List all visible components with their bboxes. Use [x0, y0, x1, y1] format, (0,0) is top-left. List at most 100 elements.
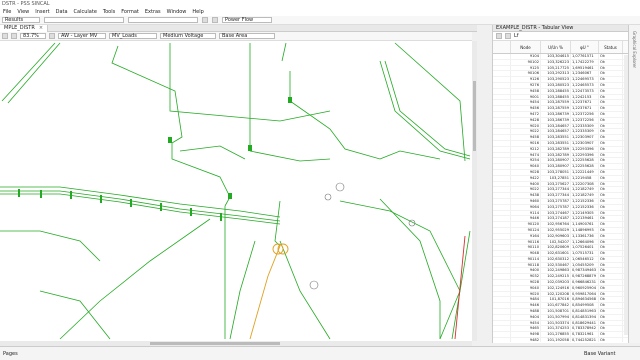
- table-cell: [493, 198, 511, 204]
- table-cell: 1,22182749: [571, 193, 599, 198]
- results-label: Results: [5, 17, 24, 23]
- menu-data[interactable]: Data: [53, 9, 71, 15]
- table-cell: Ok: [599, 239, 623, 245]
- column-header[interactable]: φU °: [571, 41, 599, 53]
- menu-file[interactable]: File: [0, 9, 14, 15]
- menu-view[interactable]: View: [14, 9, 32, 15]
- generator-icon[interactable]: [309, 280, 319, 290]
- zoom-dropdown[interactable]: 83.7%: [20, 33, 46, 39]
- table-cell: Ok: [599, 106, 623, 111]
- menu-insert[interactable]: Insert: [32, 9, 52, 15]
- table-cell: Ok: [599, 303, 623, 309]
- tab-tabular-view[interactable]: EXAMPLE_DISTR - Tabular View: [493, 25, 628, 32]
- scroll-thumb[interactable]: [150, 342, 280, 345]
- menu-help[interactable]: Help: [189, 9, 206, 15]
- tab-network[interactable]: MPLE_DISTR ×: [0, 24, 49, 32]
- table-cell: 9458: [511, 135, 541, 140]
- table-cell: [493, 181, 511, 187]
- element-dropdown[interactable]: [44, 17, 124, 23]
- table-cell: 1,2219458: [571, 175, 599, 181]
- table-cell: 103,284657: [541, 129, 571, 135]
- table-cell: 103,280523: [541, 82, 571, 88]
- table-cell: 103,278051: [541, 169, 571, 175]
- menu-calculate[interactable]: Calculate: [71, 9, 100, 15]
- table-cell: 9422: [511, 175, 541, 181]
- menu-format[interactable]: Format: [118, 9, 142, 15]
- table-cell: [493, 111, 511, 117]
- table-cell: 9001: [511, 94, 541, 100]
- table-cell: Ok: [599, 216, 623, 222]
- column-header[interactable]: [493, 41, 511, 53]
- table-cell: 0,818629441: [571, 320, 599, 326]
- results-dropdown[interactable]: Results: [2, 17, 40, 23]
- filter-dropdown[interactable]: MV_Loads: [109, 33, 157, 39]
- table-row[interactable]: 9482 101,192058 0,744252821 Ok: [493, 338, 628, 342]
- zoom-icon[interactable]: [11, 33, 17, 39]
- table-cell: 105,217725: [541, 65, 571, 71]
- splitter[interactable]: [477, 25, 492, 343]
- table-cell: Ok: [599, 227, 623, 233]
- table-cell: Ok: [599, 54, 623, 59]
- table-cell: Ok: [599, 338, 623, 342]
- table-cell: 102,955029: [541, 227, 571, 233]
- table-cell: 9456: [511, 106, 541, 111]
- table-cell: 103,283551: [541, 135, 571, 140]
- run-icon[interactable]: [212, 17, 218, 23]
- generator-icon[interactable]: [324, 193, 332, 201]
- table-cell: Ok: [599, 59, 623, 65]
- table-cell: 103,27851: [541, 175, 571, 181]
- table-cell: 1,22293396: [571, 152, 599, 158]
- table-cell: [493, 175, 511, 181]
- network-diagram-canvas[interactable]: [0, 41, 472, 341]
- table-cell: 103,280907: [541, 164, 571, 169]
- layer-dropdown[interactable]: AW - Layer MV: [58, 33, 106, 39]
- calc-mode-dropdown[interactable]: Power Flow: [222, 17, 272, 23]
- zoom-value: 83.7%: [23, 33, 39, 39]
- voltage-dropdown[interactable]: Medium Voltage: [160, 33, 216, 39]
- table-cell: 1,22335309: [571, 123, 599, 129]
- table-cell: 103,280907: [541, 158, 571, 164]
- table-cell: 9126: [511, 77, 541, 82]
- lf-label[interactable]: Lf: [514, 33, 519, 39]
- column-header[interactable]: Status: [599, 41, 623, 53]
- table-cell: Ok: [599, 256, 623, 262]
- table-cell: [493, 77, 511, 82]
- close-icon[interactable]: ×: [39, 25, 43, 31]
- table-cell: 103,287559: [541, 106, 571, 111]
- table-cell: Ok: [599, 326, 623, 332]
- table-cell: [493, 129, 511, 135]
- table-cell: 90114: [511, 256, 541, 262]
- column-header[interactable]: Node: [511, 41, 541, 53]
- table-cell: 9114: [511, 210, 541, 216]
- calc-icon[interactable]: [202, 17, 208, 23]
- tabular-view-label: EXAMPLE_DISTR - Tabular View: [496, 25, 574, 31]
- table-cell: 0,783378942: [571, 326, 599, 332]
- network-diagram[interactable]: [0, 41, 472, 341]
- table-cell: 9028: [511, 169, 541, 175]
- table-cell: [493, 54, 511, 59]
- table-cell: 102,124916: [541, 285, 571, 291]
- generator-icon[interactable]: [335, 182, 345, 192]
- menu-extras[interactable]: Extras: [142, 9, 164, 15]
- table-cell: 9104: [511, 54, 541, 59]
- scroll-thumb[interactable]: [473, 81, 476, 151]
- table-cell: 9428: [511, 117, 541, 123]
- select-icon[interactable]: [2, 33, 8, 39]
- variant-dropdown[interactable]: [128, 17, 198, 23]
- table-cell: 103,277344: [541, 187, 571, 193]
- menu-tools[interactable]: Tools: [100, 9, 118, 15]
- table-cell: Ok: [599, 135, 623, 140]
- area-dropdown[interactable]: Base Area: [219, 33, 275, 39]
- window-title: DSTR - PSS SINCAL: [2, 1, 50, 7]
- column-header[interactable]: U/Un %: [541, 41, 571, 53]
- table-cell: [493, 65, 511, 71]
- export-icon[interactable]: [505, 33, 511, 39]
- table-cell: 9446: [511, 216, 541, 222]
- table-cell: Ok: [599, 169, 623, 175]
- layer-icon[interactable]: [49, 33, 55, 39]
- orange-feeder-line: [249, 245, 281, 340]
- menu-window[interactable]: Window: [164, 9, 190, 15]
- graphical-explorer-strip[interactable]: Graphical Explorer: [628, 25, 640, 343]
- table-cell: [493, 88, 511, 94]
- filter-icon[interactable]: [496, 33, 502, 39]
